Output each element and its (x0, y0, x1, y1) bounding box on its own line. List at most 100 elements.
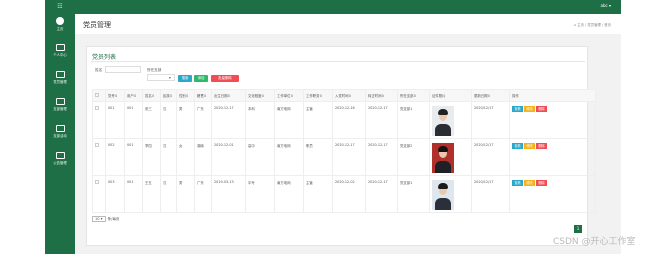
table-cell: 003 (105, 175, 125, 213)
column-header[interactable]: 姓名⇕ (142, 89, 161, 102)
delete-button[interactable]: 删除 (536, 106, 547, 112)
monitor-icon (55, 152, 65, 159)
table-cell: 李四 (142, 138, 161, 176)
column-header[interactable]: 性别⇕ (176, 89, 195, 102)
table-cell: 南方电网 (274, 101, 304, 139)
table-cell: 2019-03-13 (211, 175, 246, 213)
table-cell: 党支部1 (397, 101, 430, 139)
column-header[interactable]: 出生日期⇕ (211, 89, 246, 102)
column-header[interactable]: 用户⇕ (124, 89, 143, 102)
column-header[interactable]: 工作单位⇕ (274, 89, 304, 102)
actions-cell: 查看 修改 删除 (509, 138, 596, 176)
sidebar-item-members[interactable]: 党员管理 (45, 71, 75, 95)
column-header[interactable]: 入党时间⇕ (332, 89, 366, 102)
chevron-down-icon: ▾ (169, 76, 171, 80)
member-table: 党号⇕ 用户⇕ 姓名⇕ 民族⇕ 性别⇕ 籍贯⇕ 出生日期⇕ 文化程度⇕ 工作单位… (92, 89, 596, 213)
photo-hair (438, 146, 448, 152)
top-bar: abc ▾ (75, 0, 621, 14)
id-photo (432, 143, 454, 173)
breadcrumb[interactable]: ⌂ 主页 / 党员管理 / 首页 (574, 22, 611, 27)
column-header[interactable]: 民族⇕ (160, 89, 177, 102)
sidebar-item-profile[interactable]: 个人中心 (45, 44, 75, 68)
photo-body (435, 124, 451, 136)
table-cell: 汉 (160, 138, 177, 176)
monitor-icon (55, 98, 65, 105)
table-cell: 001 (124, 138, 143, 176)
table-cell: 主管 (303, 175, 333, 213)
sidebar-item-label: 支部管理 (53, 107, 67, 111)
table-cell: 南方电网 (274, 138, 304, 176)
photo-hair (438, 109, 448, 115)
table-cell: 汉 (160, 101, 177, 139)
column-header: 证件照片 (429, 89, 472, 102)
row-checkbox[interactable] (92, 175, 106, 213)
view-button[interactable]: 查看 (512, 106, 523, 112)
table-row: 003 001 王五汉男广东 2019-03-13 中专 南方电网 主管 2020-12-02… (92, 175, 596, 213)
sidebar-item-label: 主页 (56, 27, 64, 31)
column-header[interactable]: 工作职务⇕ (303, 89, 333, 102)
add-button[interactable]: 添加 (194, 75, 208, 82)
search-button[interactable]: 搜索 (178, 75, 192, 82)
table-cell: 中专 (245, 175, 275, 213)
sidebar-item-home[interactable]: 主页 (45, 17, 75, 41)
table-cell: 王五 (142, 175, 161, 213)
column-header[interactable]: 文化程度⇕ (245, 89, 275, 102)
edit-button[interactable]: 修改 (524, 143, 535, 149)
row-checkbox[interactable] (92, 138, 106, 176)
page-button[interactable]: 1 (574, 225, 582, 233)
table-cell: 2020-12-17 (211, 101, 246, 139)
sidebar-item-label: 个人中心 (53, 53, 67, 57)
sidebar-item-label: 党员管理 (53, 80, 67, 84)
monitor-icon (55, 44, 65, 51)
id-photo (432, 180, 454, 210)
column-header: 操作 (509, 89, 596, 102)
column-header[interactable]: 党号⇕ (105, 89, 125, 102)
page-size-select[interactable]: 10 ▾ (92, 216, 106, 222)
delete-button[interactable]: 删除 (536, 180, 547, 186)
table-cell: 2020/12/17 (471, 175, 510, 213)
table-cell: 汉 (160, 175, 177, 213)
divider (91, 61, 585, 62)
sidebar-item-notices[interactable]: 公告管理 (45, 152, 75, 176)
table-cell: 广东 (194, 175, 212, 213)
column-header[interactable]: 更新日期⇕ (471, 89, 510, 102)
table-cell: 男 (176, 101, 195, 139)
table-cell: 001 (124, 175, 143, 213)
select-all-checkbox[interactable] (92, 89, 106, 102)
user-menu[interactable]: abc ▾ (601, 3, 611, 8)
table-cell: 男 (176, 175, 195, 213)
column-header[interactable]: 籍贯⇕ (194, 89, 212, 102)
table-cell: 党支部2 (397, 138, 430, 176)
actions-cell: 查看 修改 删除 (509, 175, 596, 213)
photo-hair (438, 183, 448, 189)
table-cell: 2020/12/17 (471, 138, 510, 176)
row-checkbox[interactable] (92, 101, 106, 139)
table-cell: 党支部1 (397, 175, 430, 213)
column-header[interactable]: 转正时间⇕ (365, 89, 398, 102)
photo-body (435, 161, 451, 173)
table-cell: 002 (105, 138, 125, 176)
column-header[interactable]: 所在支部⇕ (397, 89, 430, 102)
table-row: 001 001 张三汉男广东 2020-12-17 本科 南方电网 主管 2020-12-16… (92, 101, 596, 139)
delete-button[interactable]: 删除 (536, 143, 547, 149)
batch-delete-button[interactable]: 批量删除 (211, 75, 239, 82)
edit-button[interactable]: 修改 (524, 106, 535, 112)
photo-body (435, 198, 451, 210)
edit-button[interactable]: 修改 (524, 180, 535, 186)
sidebar-item-label: 公告管理 (53, 161, 67, 165)
sidebar-item-branches[interactable]: 支部管理 (45, 98, 75, 122)
table-cell: 女 (176, 138, 195, 176)
view-button[interactable]: 查看 (512, 143, 523, 149)
name-input[interactable] (105, 66, 141, 73)
branch-select[interactable]: ▾ (147, 74, 175, 81)
table-cell: 本科 (245, 101, 275, 139)
sidebar-item-activities[interactable]: 支部活动 (45, 125, 75, 149)
page-size-control: 10 ▾ 条/每页 (92, 216, 120, 222)
table-cell: 广东 (194, 101, 212, 139)
table-header-row: 党号⇕ 用户⇕ 姓名⇕ 民族⇕ 性别⇕ 籍贯⇕ 出生日期⇕ 文化程度⇕ 工作单位… (92, 89, 596, 102)
header-row: 党员管理 ⌂ 主页 / 党员管理 / 首页 (75, 14, 621, 34)
table-cell: 高中 (245, 138, 275, 176)
id-photo-cell (429, 101, 472, 139)
view-button[interactable]: 查看 (512, 180, 523, 186)
name-label: 姓名 (95, 68, 103, 72)
